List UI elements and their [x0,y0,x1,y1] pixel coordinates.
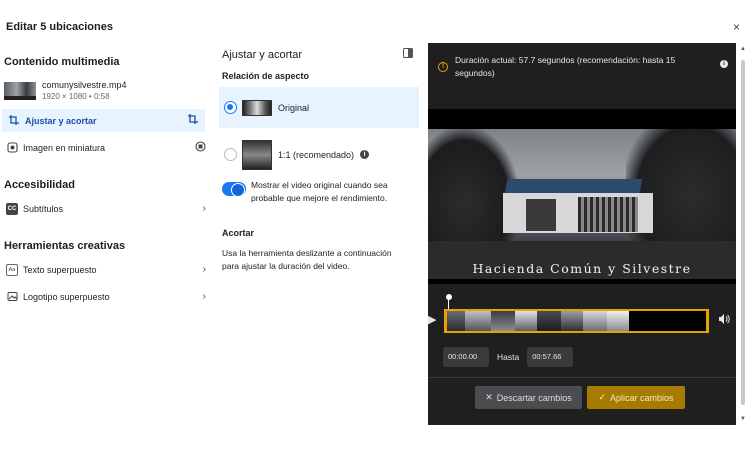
playhead-handle[interactable] [446,294,452,300]
chevron-right-icon: › [202,264,206,275]
nav-label: Subtítulos [23,203,64,214]
crop-icon-right [188,113,199,128]
start-time-input[interactable]: 00:00.00 [443,347,489,367]
button-label: Aplicar cambios [610,392,674,403]
cc-icon: CC [6,202,18,215]
video-preview[interactable]: Hacienda Común y Silvestre [428,109,736,284]
aspect-option-original[interactable]: Original [219,87,419,128]
close-icon[interactable]: × [733,20,740,34]
timeline-frame [515,311,537,331]
video-thumbnail [4,81,36,100]
scroll-down-icon[interactable]: ▼ [740,416,746,422]
warning-text: Duración actual: 57.7 segundos (recomend… [455,55,676,78]
house-gate [578,197,638,232]
section-title: Ajustar y acortar [222,48,303,61]
nav-logotipo-superpuesto[interactable]: Logotipo superpuesto › [0,285,212,308]
scrollbar[interactable]: ▲ ▼ [740,46,746,426]
video-frame: Hacienda Común y Silvestre [428,129,736,279]
radio-original[interactable] [224,101,237,114]
nav-ajustar-acortar[interactable]: Ajustar y acortar [2,109,205,132]
dialog-title: Editar 5 ubicaciones [6,21,113,33]
thumbnail-icon [6,142,18,154]
radio-square[interactable] [224,148,237,161]
chevron-right-icon: › [202,291,206,302]
timeline-frame [447,311,465,331]
button-label: Descartar cambios [496,392,572,403]
apply-changes-button[interactable]: ✓ Aplicar cambios [587,386,685,409]
crop-icon [8,115,20,127]
toggle-description: Mostrar el video original cuando sea pro… [251,180,388,203]
nav-imagen-miniatura[interactable]: Imagen en miniatura [0,136,212,159]
duration-warning: ! Duración actual: 57.7 segundos (recome… [438,54,728,80]
timeline-frame [629,311,706,331]
info-icon[interactable]: i [720,60,728,68]
accessibility-heading: Accesibilidad [4,179,75,191]
info-icon[interactable]: i [360,150,370,159]
media-heading: Contenido multimedia [4,56,120,68]
crop-settings: Ajustar y acortar Relación de aspecto Or… [219,48,419,273]
thumbnail-edit-icon [195,140,206,155]
video-caption: Hacienda Común y Silvestre [472,261,692,276]
option-label: 1:1 (recomendado) [278,149,355,160]
text-overlay-icon: Aa [6,263,18,276]
nav-label: Imagen en miniatura [23,142,106,153]
timeline-frame [607,311,629,331]
timeline-frame [537,311,561,331]
original-video-toggle-row: Mostrar el video original cuando sea pro… [219,179,419,205]
square-thumbnail [242,139,272,170]
nav-label: Texto superpuesto [23,264,97,275]
aspect-heading: Relación de aspecto [222,71,310,81]
file-meta: 1920 × 1080 • 0:58 [42,92,110,101]
scroll-up-icon[interactable]: ▲ [740,46,746,52]
timeline-frame [491,311,515,331]
image-icon [6,291,18,303]
trim-description: Usa la herramienta deslizante a continua… [222,248,392,271]
nav-label: Ajustar y acortar [25,115,97,126]
option-label: Original [278,102,310,113]
chevron-right-icon: › [202,203,206,214]
media-file: comunysilvestre.mp4 1920 × 1080 • 0:58 [0,80,212,101]
check-icon: ✓ [598,392,606,402]
nav-label: Logotipo superpuesto [23,291,110,302]
aspect-option-square[interactable]: 1:1 (recomendado) i [219,134,419,175]
warning-icon: ! [438,62,448,72]
nav-texto-superpuesto[interactable]: Aa Texto superpuesto › [0,258,212,281]
file-name: comunysilvestre.mp4 [42,80,127,90]
original-video-toggle[interactable] [222,182,246,197]
timeline-frame [583,311,607,331]
close-icon: ✕ [485,392,493,402]
divider [428,377,736,378]
play-icon[interactable]: ▶ [428,313,438,327]
creative-heading: Herramientas creativas [4,240,126,252]
original-thumbnail [242,99,272,116]
video-editor-panel: ! Duración actual: 57.7 segundos (recome… [428,43,736,425]
scrollbar-thumb[interactable] [741,60,745,405]
timeline-frame [561,311,583,331]
trim-timeline[interactable] [444,309,709,333]
trim-heading: Acortar [222,228,255,238]
panel-toggle-icon[interactable] [403,48,413,61]
to-label: Hasta [497,352,520,362]
nav-subtitulos[interactable]: CC Subtítulos › [0,197,212,220]
left-sidebar: Contenido multimedia comunysilvestre.mp4… [0,44,212,308]
house-door [526,199,556,231]
end-time-input[interactable]: 00:57.66 [527,347,574,367]
timeline-frame [465,311,491,331]
house-roof [504,179,643,193]
time-range: 00:00.00 Hasta 00:57.66 [443,347,574,367]
discard-changes-button[interactable]: ✕ Descartar cambios [475,386,582,409]
volume-icon[interactable] [718,313,730,328]
